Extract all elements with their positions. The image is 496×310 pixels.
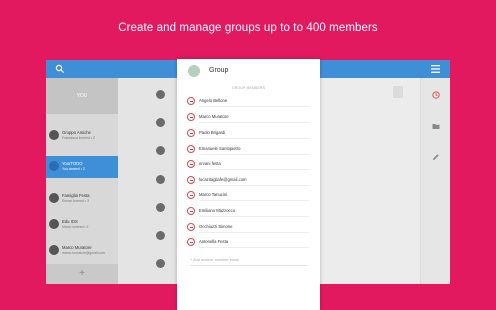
group-item-name: Marco Muratore bbox=[62, 245, 92, 250]
member-name: Emanuele Santopietro bbox=[199, 146, 241, 151]
member-name: Antonella Festa bbox=[199, 239, 229, 244]
section-label: GROUP MEMBERS bbox=[231, 86, 266, 90]
member-name: Angelo Bellone bbox=[199, 98, 228, 103]
group-item-name: Edu IOS bbox=[62, 219, 78, 224]
avatar bbox=[156, 259, 165, 268]
message-column bbox=[118, 78, 178, 284]
member-name: lucazitagliafe@gmail.com bbox=[199, 177, 247, 182]
group-item-subtitle: You cleared • 2 bbox=[62, 167, 85, 171]
member-row: Angelo Bellone bbox=[177, 96, 320, 110]
group-item[interactable]: Marco Muratore marco.muratore@gmail.com bbox=[46, 240, 118, 262]
member-row: Paolo Brigardi bbox=[177, 128, 320, 142]
remove-member-icon[interactable] bbox=[187, 113, 195, 121]
search-icon[interactable] bbox=[55, 64, 65, 74]
avatar bbox=[49, 130, 59, 140]
group-edit-dialog: Group GROUP MEMBERS Angelo Bellone Marco… bbox=[177, 59, 320, 310]
avatar bbox=[156, 90, 165, 99]
avatar bbox=[49, 193, 59, 203]
add-member-input[interactable]: + Add another member email bbox=[190, 258, 239, 262]
group-item-name: Famiglia Festa bbox=[62, 193, 90, 198]
remove-member-icon[interactable] bbox=[187, 97, 195, 105]
document-icon[interactable] bbox=[393, 86, 403, 98]
remove-member-icon[interactable] bbox=[187, 145, 195, 153]
remove-member-icon[interactable] bbox=[187, 160, 195, 168]
pencil-icon[interactable] bbox=[432, 153, 440, 161]
group-item-subtitle: marco.muratore@gmail.com bbox=[62, 251, 105, 255]
member-row: Occhiuzzi Simone bbox=[177, 222, 320, 236]
add-group-button[interactable]: + bbox=[46, 264, 118, 284]
group-avatar-icon[interactable] bbox=[188, 65, 200, 77]
member-row: Emiliano Mazzocco bbox=[177, 206, 320, 220]
avatar bbox=[49, 245, 59, 255]
remove-member-icon[interactable] bbox=[187, 129, 195, 137]
member-row: Antonella Festa bbox=[177, 237, 320, 251]
member-name: Occhiuzzi Simone bbox=[199, 224, 233, 229]
member-name: Marco Muratore bbox=[199, 114, 229, 119]
you-header: YOU bbox=[46, 78, 118, 114]
group-item-subtitle: Marco lovered • 2 bbox=[62, 225, 89, 229]
remove-member-icon[interactable] bbox=[187, 207, 195, 215]
avatar bbox=[49, 161, 59, 171]
avatar bbox=[156, 118, 165, 127]
avatar bbox=[49, 219, 59, 229]
group-item-subtitle: Erman lovered • 3 bbox=[62, 199, 90, 203]
remove-member-icon[interactable] bbox=[187, 238, 195, 246]
group-item-subtitle: Francesca lovered • 2 bbox=[62, 136, 95, 140]
member-row: Emanuele Santopietro bbox=[177, 144, 320, 158]
group-item[interactable]: Famiglia Festa Erman lovered • 3 bbox=[46, 188, 118, 210]
clock-icon[interactable] bbox=[432, 91, 440, 99]
avatar bbox=[156, 203, 165, 212]
member-name: ervani festa bbox=[199, 161, 221, 166]
group-item-name: Gruppo Amiche bbox=[62, 130, 91, 135]
detail-pane bbox=[320, 78, 450, 284]
avatar bbox=[156, 146, 165, 155]
member-row: ervani festa bbox=[177, 159, 320, 173]
remove-member-icon[interactable] bbox=[187, 223, 195, 231]
group-item[interactable]: Edu IOS Marco lovered • 2 bbox=[46, 214, 118, 236]
member-name: Paolo Brigardi bbox=[199, 130, 226, 135]
group-item-selected[interactable]: YourTODO You cleared • 2 bbox=[46, 156, 118, 178]
group-item[interactable]: Gruppo Amiche Francesca lovered • 2 bbox=[46, 125, 118, 147]
action-rail bbox=[420, 78, 450, 284]
remove-member-icon[interactable] bbox=[187, 191, 195, 199]
member-row: lucazitagliafe@gmail.com bbox=[177, 175, 320, 189]
member-row: Marco Muratore bbox=[177, 112, 320, 126]
member-row: Marco Tanucini bbox=[177, 190, 320, 204]
remove-member-icon[interactable] bbox=[187, 176, 195, 184]
folder-icon[interactable] bbox=[432, 122, 440, 130]
group-name[interactable]: Group bbox=[209, 67, 228, 74]
member-name: Marco Tanucini bbox=[199, 192, 228, 197]
menu-icon[interactable] bbox=[431, 65, 440, 73]
group-item-name: YourTODO bbox=[62, 161, 83, 166]
headline: Create and manage groups up to to 400 me… bbox=[118, 22, 378, 34]
avatar bbox=[156, 175, 165, 184]
avatar bbox=[156, 231, 165, 240]
member-name: Emiliano Mazzocco bbox=[199, 208, 236, 213]
groups-sidebar: YOU Gruppo Amiche Francesca lovered • 2 … bbox=[46, 78, 118, 284]
